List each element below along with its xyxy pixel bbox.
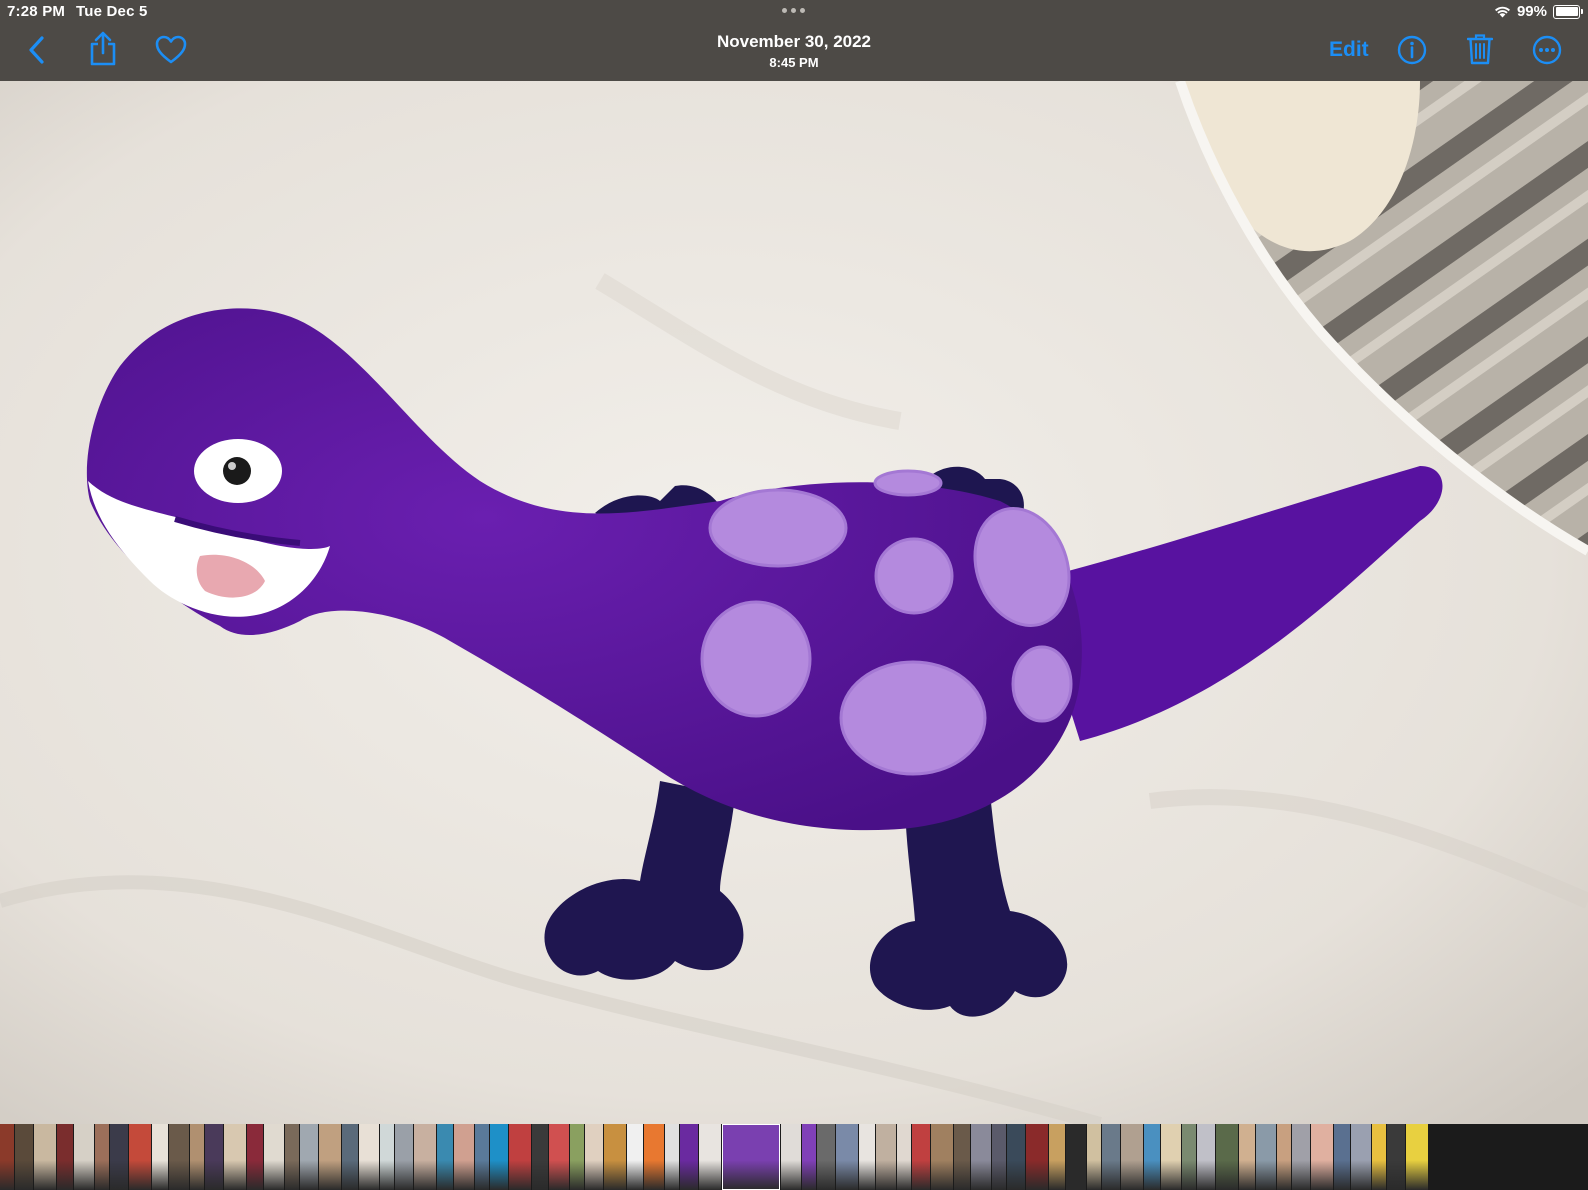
dinosaur-photo [0, 81, 1588, 1124]
filmstrip-thumbnail[interactable] [859, 1124, 875, 1190]
filmstrip-thumbnail[interactable] [992, 1124, 1006, 1190]
filmstrip-thumbnail[interactable] [954, 1124, 970, 1190]
wifi-icon [1494, 6, 1510, 18]
filmstrip-thumbnail-current[interactable] [722, 1124, 780, 1190]
battery-icon [1553, 4, 1583, 19]
filmstrip-thumbnail[interactable] [1334, 1124, 1350, 1190]
filmstrip-thumbnail[interactable] [1121, 1124, 1143, 1190]
filmstrip-thumbnail[interactable] [781, 1124, 801, 1190]
filmstrip-thumbnail[interactable] [627, 1124, 643, 1190]
more-icon[interactable] [1532, 35, 1562, 65]
filmstrip-thumbnail[interactable] [1182, 1124, 1196, 1190]
filmstrip-thumbnail[interactable] [971, 1124, 991, 1190]
filmstrip-thumbnail[interactable] [644, 1124, 664, 1190]
filmstrip-thumbnail[interactable] [95, 1124, 109, 1190]
filmstrip-thumbnail[interactable] [912, 1124, 930, 1190]
photo-filmstrip[interactable] [0, 1124, 1588, 1190]
filmstrip-thumbnail[interactable] [1087, 1124, 1101, 1190]
filmstrip-thumbnail[interactable] [110, 1124, 128, 1190]
filmstrip-thumbnail[interactable] [699, 1124, 721, 1190]
filmstrip-thumbnail[interactable] [1239, 1124, 1255, 1190]
filmstrip-thumbnail[interactable] [359, 1124, 379, 1190]
dino-eye-pupil [223, 457, 251, 485]
filmstrip-thumbnail[interactable] [931, 1124, 953, 1190]
filmstrip-thumbnail[interactable] [1277, 1124, 1291, 1190]
filmstrip-thumbnail[interactable] [680, 1124, 698, 1190]
filmstrip-thumbnail[interactable] [1144, 1124, 1160, 1190]
filmstrip-thumbnail[interactable] [152, 1124, 168, 1190]
filmstrip-thumbnail[interactable] [224, 1124, 246, 1190]
filmstrip-thumbnail[interactable] [1387, 1124, 1405, 1190]
filmstrip-thumbnail[interactable] [1066, 1124, 1086, 1190]
filmstrip-thumbnail[interactable] [1311, 1124, 1333, 1190]
filmstrip-thumbnail[interactable] [190, 1124, 204, 1190]
filmstrip-thumbnail[interactable] [1197, 1124, 1215, 1190]
filmstrip-thumbnail[interactable] [319, 1124, 341, 1190]
filmstrip-thumbnail[interactable] [570, 1124, 584, 1190]
filmstrip-thumbnail[interactable] [509, 1124, 531, 1190]
filmstrip-thumbnail[interactable] [836, 1124, 858, 1190]
filmstrip-thumbnail[interactable] [1049, 1124, 1065, 1190]
top-bar: 7:28 PM Tue Dec 5 99% November 30, 2022 … [0, 0, 1588, 81]
filmstrip-thumbnail[interactable] [475, 1124, 489, 1190]
filmstrip-thumbnail[interactable] [876, 1124, 896, 1190]
status-time: 7:28 PM [7, 3, 66, 20]
trash-icon[interactable] [1467, 33, 1493, 65]
filmstrip-thumbnail[interactable] [802, 1124, 816, 1190]
filmstrip-thumbnail[interactable] [1007, 1124, 1025, 1190]
filmstrip-thumbnail[interactable] [454, 1124, 474, 1190]
filmstrip-thumbnail[interactable] [604, 1124, 626, 1190]
filmstrip-thumbnail[interactable] [1372, 1124, 1386, 1190]
filmstrip-thumbnail[interactable] [0, 1124, 14, 1190]
filmstrip-thumbnail[interactable] [129, 1124, 151, 1190]
filmstrip-thumbnail[interactable] [300, 1124, 318, 1190]
status-right: 99% [1494, 3, 1583, 20]
filmstrip-thumbnail[interactable] [1292, 1124, 1310, 1190]
filmstrip-thumbnail[interactable] [585, 1124, 603, 1190]
filmstrip-thumbnail[interactable] [1102, 1124, 1120, 1190]
filmstrip-thumbnail[interactable] [169, 1124, 189, 1190]
filmstrip-thumbnail[interactable] [74, 1124, 94, 1190]
filmstrip-thumbnail[interactable] [342, 1124, 358, 1190]
filmstrip-thumbnail[interactable] [665, 1124, 679, 1190]
info-icon[interactable] [1397, 35, 1427, 65]
filmstrip-thumbnail[interactable] [1256, 1124, 1276, 1190]
filmstrip-thumbnail[interactable] [34, 1124, 56, 1190]
multitasking-dots-icon[interactable] [782, 8, 805, 13]
battery-percent: 99% [1516, 3, 1547, 20]
filmstrip-thumbnail[interactable] [57, 1124, 73, 1190]
filmstrip-thumbnail[interactable] [1406, 1124, 1428, 1190]
filmstrip-thumbnail[interactable] [1216, 1124, 1238, 1190]
filmstrip-thumbnail[interactable] [1161, 1124, 1181, 1190]
filmstrip-thumbnail[interactable] [247, 1124, 263, 1190]
filmstrip-thumbnail[interactable] [490, 1124, 508, 1190]
edit-button[interactable]: Edit [1329, 38, 1369, 62]
filmstrip-thumbnail[interactable] [1351, 1124, 1371, 1190]
filmstrip-thumbnail[interactable] [395, 1124, 413, 1190]
photo-view[interactable] [0, 81, 1588, 1124]
filmstrip-thumbnail[interactable] [15, 1124, 33, 1190]
filmstrip-thumbnail[interactable] [205, 1124, 223, 1190]
filmstrip-thumbnail[interactable] [264, 1124, 284, 1190]
filmstrip-thumbnail[interactable] [532, 1124, 548, 1190]
filmstrip-thumbnail[interactable] [897, 1124, 911, 1190]
filmstrip-thumbnail[interactable] [817, 1124, 835, 1190]
filmstrip-thumbnail[interactable] [437, 1124, 453, 1190]
status-date: Tue Dec 5 [76, 3, 148, 20]
filmstrip-thumbnail[interactable] [380, 1124, 394, 1190]
filmstrip-thumbnail[interactable] [549, 1124, 569, 1190]
filmstrip-thumbnail[interactable] [1026, 1124, 1048, 1190]
filmstrip-thumbnail[interactable] [285, 1124, 299, 1190]
filmstrip-thumbnail[interactable] [414, 1124, 436, 1190]
